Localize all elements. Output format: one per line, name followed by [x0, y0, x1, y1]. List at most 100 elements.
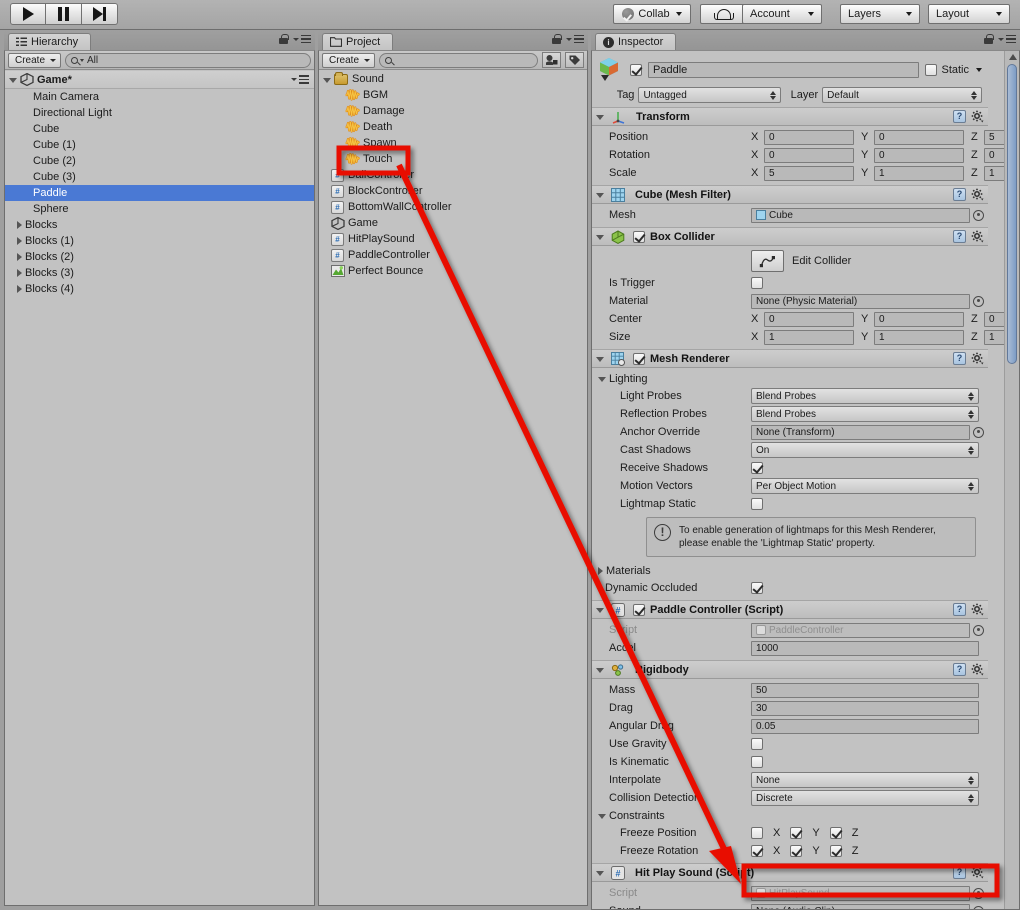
- hierarchy-item-cube-3[interactable]: Cube (3): [5, 169, 314, 185]
- hierarchy-item-blocks-1[interactable]: Blocks (1): [5, 233, 314, 249]
- hit-play-sound-sound-object-picker-icon[interactable]: [973, 905, 984, 909]
- project-item-blockcontroller[interactable]: # BlockController: [319, 183, 587, 199]
- chevron-right-icon[interactable]: [598, 566, 603, 575]
- mesh-renderer-cast-shadows-dropdown[interactable]: On: [751, 442, 979, 458]
- box-collider-is-trigger-checkbox[interactable]: [751, 277, 763, 289]
- scrollbar-thumb[interactable]: [1007, 64, 1017, 364]
- component-header-transform[interactable]: Transform?: [592, 107, 988, 126]
- freeze-position-y-checkbox[interactable]: [790, 827, 803, 839]
- rigidbody-angular-drag-input[interactable]: 0.05: [751, 718, 979, 734]
- mesh-renderer-lightmap-static-checkbox[interactable]: [751, 498, 763, 510]
- box-collider-center-x-input[interactable]: 0: [764, 311, 854, 327]
- chevron-down-icon[interactable]: [9, 78, 17, 83]
- chevron-right-icon[interactable]: [17, 237, 22, 245]
- layer-dropdown[interactable]: Default: [822, 87, 982, 103]
- tab-inspector[interactable]: i Inspector: [595, 33, 677, 50]
- box-collider-material-object-picker-icon[interactable]: [973, 295, 984, 307]
- filter-by-type-button[interactable]: [542, 52, 561, 68]
- hierarchy-item-main-camera[interactable]: Main Camera: [5, 89, 314, 105]
- dynamic-occluded-checkbox[interactable]: [751, 582, 763, 594]
- hierarchy-item-blocks[interactable]: Blocks: [5, 217, 314, 233]
- project-item-spawn[interactable]: Spawn: [319, 135, 587, 151]
- project-item-sound[interactable]: Sound: [319, 71, 587, 87]
- scroll-up-arrow-icon[interactable]: [1009, 54, 1017, 60]
- panel-menu-icon[interactable]: [566, 34, 584, 44]
- scene-context-menu-icon[interactable]: [291, 75, 309, 84]
- project-create-button[interactable]: Create: [322, 52, 376, 68]
- mesh-renderer-reflection-probes-dropdown[interactable]: Blend Probes: [751, 406, 979, 422]
- chevron-down-icon[interactable]: [596, 193, 604, 198]
- freeze-rotation-z-checkbox[interactable]: [829, 845, 842, 857]
- component-header-mesh-filter[interactable]: Cube (Mesh Filter)?: [592, 185, 988, 204]
- hit-play-sound-script-object-field[interactable]: HitPlaySound: [751, 885, 970, 901]
- hierarchy-item-directional-light[interactable]: Directional Light: [5, 105, 314, 121]
- hierarchy-item-cube[interactable]: Cube: [5, 121, 314, 137]
- inspector-scrollbar[interactable]: [1004, 51, 1019, 909]
- chevron-down-icon[interactable]: [596, 357, 604, 362]
- edit-collider-button[interactable]: [751, 250, 784, 272]
- project-item-game[interactable]: Game: [319, 215, 587, 231]
- chevron-down-icon[interactable]: [596, 871, 604, 876]
- project-item-bottomwallcontroller[interactable]: # BottomWallController: [319, 199, 587, 215]
- account-button[interactable]: Account: [742, 4, 822, 24]
- freeze-position-z-checkbox[interactable]: [829, 827, 842, 839]
- component-header-box-collider[interactable]: Box Collider?: [592, 227, 988, 246]
- gear-icon[interactable]: [971, 230, 984, 243]
- chevron-right-icon[interactable]: [17, 269, 22, 277]
- project-item-hitplaysound[interactable]: # HitPlaySound: [319, 231, 587, 247]
- play-button[interactable]: [10, 3, 46, 25]
- rigidbody-drag-input[interactable]: 30: [751, 700, 979, 716]
- lock-icon[interactable]: [552, 34, 562, 44]
- object-enabled-checkbox[interactable]: [630, 63, 642, 76]
- hierarchy-tree[interactable]: Game* Main Camera Directional Light Cube Cu…: [5, 71, 314, 905]
- transform-position-y-input[interactable]: 0: [874, 129, 964, 145]
- mesh-filter-mesh-object-field[interactable]: Cube: [751, 207, 970, 223]
- hit-play-sound-script-object-picker-icon[interactable]: [973, 887, 984, 899]
- project-search-input[interactable]: [379, 52, 538, 68]
- component-help-icon[interactable]: ?: [953, 352, 966, 365]
- transform-rotation-x-input[interactable]: 0: [764, 147, 854, 163]
- mesh-renderer-anchor-override-object-picker-icon[interactable]: [973, 426, 984, 438]
- layers-button[interactable]: Layers: [840, 4, 920, 24]
- rigidbody-collision-detection-dropdown[interactable]: Discrete: [751, 790, 979, 806]
- gear-icon[interactable]: [971, 188, 984, 201]
- chevron-down-icon[interactable]: [598, 814, 606, 819]
- hierarchy-item-cube-2[interactable]: Cube (2): [5, 153, 314, 169]
- project-item-paddlecontroller[interactable]: # PaddleController: [319, 247, 587, 263]
- chevron-down-icon[interactable]: [596, 668, 604, 673]
- hierarchy-scene-root[interactable]: Game*: [5, 71, 314, 89]
- hierarchy-search-input[interactable]: All: [65, 52, 311, 68]
- component-help-icon[interactable]: ?: [953, 188, 966, 201]
- hierarchy-create-button[interactable]: Create: [8, 52, 62, 68]
- hit-play-sound-sound-object-field[interactable]: None (Audio Clip): [751, 903, 970, 909]
- box-collider-size-y-input[interactable]: 1: [874, 329, 964, 345]
- gear-icon[interactable]: [971, 603, 984, 616]
- hierarchy-item-blocks-3[interactable]: Blocks (3): [5, 265, 314, 281]
- chevron-right-icon[interactable]: [17, 285, 22, 293]
- component-header-paddle-controller[interactable]: # Paddle Controller (Script)?: [592, 600, 988, 619]
- rigidbody-interpolate-dropdown[interactable]: None: [751, 772, 979, 788]
- mesh-renderer-motion-vectors-dropdown[interactable]: Per Object Motion: [751, 478, 979, 494]
- freeze-rotation-x-checkbox[interactable]: [751, 845, 763, 857]
- paddle-controller-accel-input[interactable]: 1000: [751, 640, 979, 656]
- step-button[interactable]: [82, 3, 118, 25]
- cloud-button[interactable]: [700, 4, 746, 24]
- transform-scale-x-input[interactable]: 5: [764, 165, 854, 181]
- project-tree[interactable]: Sound BGM Damage Death Spawn Touch # BallContro…: [319, 71, 587, 905]
- rigidbody-constraints-foldout[interactable]: Constraints: [596, 807, 984, 824]
- static-dropdown-icon[interactable]: [976, 67, 982, 72]
- mesh-renderer-materials-foldout[interactable]: Materials: [596, 562, 984, 579]
- tab-hierarchy[interactable]: Hierarchy: [8, 33, 92, 50]
- filter-by-label-button[interactable]: [565, 52, 584, 68]
- project-item-touch[interactable]: Touch: [319, 151, 587, 167]
- component-header-hit-play-sound[interactable]: # Hit Play Sound (Script)?: [592, 863, 988, 882]
- project-item-ballcontroller[interactable]: # BallController: [319, 167, 587, 183]
- mesh-renderer-enabled-checkbox[interactable]: [633, 352, 645, 365]
- lock-icon[interactable]: [984, 34, 994, 44]
- mesh-filter-mesh-object-picker-icon[interactable]: [973, 209, 984, 221]
- freeze-rotation-y-checkbox[interactable]: [790, 845, 803, 857]
- box-collider-center-y-input[interactable]: 0: [874, 311, 964, 327]
- mesh-renderer-receive-shadows-checkbox[interactable]: [751, 462, 763, 474]
- component-help-icon[interactable]: ?: [953, 866, 966, 879]
- rigidbody-is-kinematic-checkbox[interactable]: [751, 756, 763, 768]
